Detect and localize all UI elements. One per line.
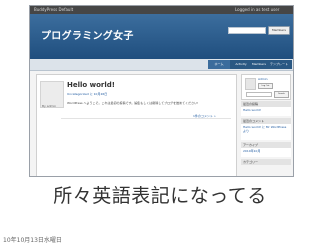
header-search-input[interactable] bbox=[228, 27, 266, 34]
recent-posts-item[interactable]: Hello world! bbox=[241, 107, 291, 116]
site-title[interactable]: プログラミング女子 bbox=[41, 27, 134, 42]
website-screenshot: BuddyPress Default Logged in as test use… bbox=[29, 5, 294, 177]
nav-tab-members[interactable]: Members bbox=[252, 60, 266, 69]
login-username[interactable]: Admin bbox=[258, 77, 268, 81]
post-divider bbox=[61, 118, 231, 119]
content-area: By admin Hello world! Uncategorized に 10… bbox=[36, 74, 237, 176]
header-search-button[interactable]: Members bbox=[268, 26, 290, 35]
main-nav: ホーム Activity Members テンプレート bbox=[30, 59, 293, 71]
logout-button[interactable]: Log Out bbox=[258, 83, 273, 89]
user-avatar[interactable] bbox=[245, 78, 256, 90]
admin-bar-left[interactable]: BuddyPress Default bbox=[34, 6, 73, 14]
sidebar: Admin Log Out Search 最近の投稿 Hello world! … bbox=[241, 74, 291, 176]
admin-bar: BuddyPress Default Logged in as test use… bbox=[30, 6, 293, 14]
author-avatar[interactable]: By admin bbox=[40, 81, 64, 108]
nav-tab-templates[interactable]: テンプレート bbox=[266, 60, 292, 69]
recent-comments-item[interactable]: Hello world! に Mr WordPress より bbox=[241, 124, 291, 140]
slide-date: 10年10月13日水曜日 bbox=[3, 237, 62, 244]
sidebar-search-button[interactable]: Search bbox=[274, 91, 289, 98]
post-title[interactable]: Hello world! bbox=[67, 81, 115, 89]
sidebar-search-input[interactable] bbox=[246, 92, 272, 97]
admin-bar-right[interactable]: Logged in as test user bbox=[235, 6, 279, 14]
nav-tab-activity[interactable]: Activity bbox=[230, 60, 252, 69]
nav-tab-home[interactable]: ホーム bbox=[208, 60, 230, 69]
site-header: プログラミング女子 Members bbox=[30, 14, 293, 59]
login-box: Admin Log Out Search bbox=[241, 74, 291, 100]
archives-item[interactable]: 2010年10月 bbox=[241, 148, 291, 157]
author-label: By admin bbox=[42, 104, 57, 108]
post-excerpt: WordPress へようこそ。これは最初の投稿です。編集もしくは削除してブログ… bbox=[67, 101, 199, 105]
slide: BuddyPress Default Logged in as test use… bbox=[0, 0, 320, 246]
slide-caption: 所々英語表記になってる bbox=[53, 185, 267, 207]
post-meta[interactable]: Uncategorized に 10月26日 bbox=[67, 92, 107, 96]
categories-title: カテゴリー bbox=[241, 159, 291, 165]
